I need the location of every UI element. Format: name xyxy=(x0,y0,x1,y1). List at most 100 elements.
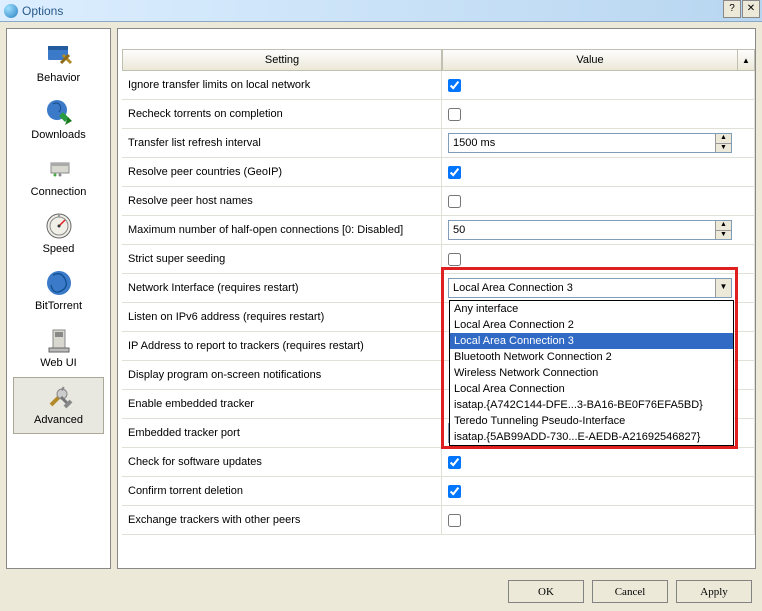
spin-value[interactable]: 1500 ms xyxy=(449,134,715,152)
sidebar-item-downloads[interactable]: Downloads xyxy=(13,92,104,149)
dropdown-option[interactable]: Local Area Connection 3 xyxy=(450,333,733,349)
help-button[interactable]: ? xyxy=(723,0,741,18)
ok-button[interactable]: OK xyxy=(508,580,584,603)
dropdown-option[interactable]: Teredo Tunneling Pseudo-Interface xyxy=(450,413,733,429)
webui-icon xyxy=(43,324,75,356)
setting-row: Transfer list refresh interval 1500 ms▲▼ xyxy=(122,129,755,158)
dropdown-value: Local Area Connection 3 xyxy=(449,279,715,297)
sidebar-item-label: Behavior xyxy=(37,72,80,84)
checkbox[interactable] xyxy=(448,195,461,208)
spin-input[interactable]: 50▲▼ xyxy=(448,220,732,240)
setting-row: Maximum number of half-open connections … xyxy=(122,216,755,245)
category-sidebar: Behavior Downloads Connection Speed BitT… xyxy=(6,28,111,569)
dropdown-option[interactable]: isatap.{5AB99ADD-730...E-AEDB-A216925468… xyxy=(450,429,733,445)
scroll-up[interactable]: ▲ xyxy=(738,49,755,71)
setting-row: Network Interface (requires restart) Loca… xyxy=(122,274,755,303)
chevron-down-icon[interactable]: ▼ xyxy=(715,279,731,297)
setting-value xyxy=(442,158,755,187)
setting-value xyxy=(442,506,755,535)
col-setting[interactable]: Setting xyxy=(122,49,442,71)
sidebar-item-speed[interactable]: Speed xyxy=(13,206,104,263)
sidebar-item-behavior[interactable]: Behavior xyxy=(13,35,104,92)
checkbox[interactable] xyxy=(448,253,461,266)
setting-label: Transfer list refresh interval xyxy=(122,129,442,158)
setting-row: Resolve peer countries (GeoIP) xyxy=(122,158,755,187)
setting-value xyxy=(442,71,755,100)
checkbox[interactable] xyxy=(448,108,461,121)
spin-down-icon[interactable]: ▼ xyxy=(715,144,731,153)
sidebar-item-connection[interactable]: Connection xyxy=(13,149,104,206)
network-interface-dropdown[interactable]: Local Area Connection 3▼ xyxy=(448,278,732,298)
spin-up-icon[interactable]: ▲ xyxy=(715,221,731,231)
sidebar-item-webui[interactable]: Web UI xyxy=(13,320,104,377)
setting-label: Enable embedded tracker xyxy=(122,390,442,419)
setting-label: Exchange trackers with other peers xyxy=(122,506,442,535)
setting-value xyxy=(442,100,755,129)
speed-icon xyxy=(43,210,75,242)
dropdown-option[interactable]: Any interface xyxy=(450,301,733,317)
checkbox[interactable] xyxy=(448,166,461,179)
sidebar-item-label: Connection xyxy=(31,186,87,198)
spin-input[interactable]: 1500 ms▲▼ xyxy=(448,133,732,153)
dropdown-option[interactable]: Local Area Connection xyxy=(450,381,733,397)
cancel-button[interactable]: Cancel xyxy=(592,580,668,603)
sidebar-item-label: Web UI xyxy=(40,357,76,369)
window-title: Options xyxy=(22,4,63,18)
checkbox[interactable] xyxy=(448,514,461,527)
apply-button[interactable]: Apply xyxy=(676,580,752,603)
setting-label: Network Interface (requires restart) xyxy=(122,274,442,303)
dropdown-option[interactable]: Bluetooth Network Connection 2 xyxy=(450,349,733,365)
sidebar-item-bittorrent[interactable]: BitTorrent xyxy=(13,263,104,320)
dropdown-option[interactable]: isatap.{A742C144-DFE...3-BA16-BE0F76EFA5… xyxy=(450,397,733,413)
dialog-buttons: OK Cancel Apply xyxy=(508,580,752,603)
connection-icon xyxy=(43,153,75,185)
app-icon xyxy=(4,4,18,18)
spin-up-icon[interactable]: ▲ xyxy=(715,134,731,144)
dropdown-option[interactable]: Local Area Connection 2 xyxy=(450,317,733,333)
checkbox[interactable] xyxy=(448,485,461,498)
setting-row: Strict super seeding xyxy=(122,245,755,274)
setting-label: Display program on-screen notifications xyxy=(122,361,442,390)
setting-value: 50▲▼ xyxy=(442,216,755,245)
checkbox[interactable] xyxy=(448,79,461,92)
setting-label: Confirm torrent deletion xyxy=(122,477,442,506)
sidebar-item-advanced[interactable]: Advanced xyxy=(13,377,104,434)
spin-down-icon[interactable]: ▼ xyxy=(715,231,731,240)
checkbox[interactable] xyxy=(448,456,461,469)
setting-value xyxy=(442,187,755,216)
setting-row: Confirm torrent deletion xyxy=(122,477,755,506)
network-interface-options[interactable]: Any interfaceLocal Area Connection 2Loca… xyxy=(449,300,734,446)
setting-label: Listen on IPv6 address (requires restart… xyxy=(122,303,442,332)
setting-label: Resolve peer host names xyxy=(122,187,442,216)
settings-panel: Setting Value ▲ Ignore transfer limits o… xyxy=(117,28,756,569)
setting-label: IP Address to report to trackers (requir… xyxy=(122,332,442,361)
setting-row: Resolve peer host names xyxy=(122,187,755,216)
spin-value[interactable]: 50 xyxy=(449,221,715,239)
setting-value: 1500 ms▲▼ xyxy=(442,129,755,158)
sidebar-item-label: BitTorrent xyxy=(35,300,82,312)
bittorrent-icon xyxy=(43,267,75,299)
grid-header: Setting Value ▲ xyxy=(122,49,755,71)
setting-row: Ignore transfer limits on local network xyxy=(122,71,755,100)
advanced-icon xyxy=(43,381,75,413)
downloads-icon xyxy=(43,96,75,128)
close-button[interactable]: ✕ xyxy=(742,0,760,18)
setting-label: Ignore transfer limits on local network xyxy=(122,71,442,100)
setting-row: Check for software updates xyxy=(122,448,755,477)
setting-value xyxy=(442,245,755,274)
setting-value xyxy=(442,448,755,477)
setting-label: Strict super seeding xyxy=(122,245,442,274)
sidebar-item-label: Speed xyxy=(43,243,75,255)
setting-label: Resolve peer countries (GeoIP) xyxy=(122,158,442,187)
dropdown-option[interactable]: Wireless Network Connection xyxy=(450,365,733,381)
sidebar-item-label: Downloads xyxy=(31,129,85,141)
setting-label: Maximum number of half-open connections … xyxy=(122,216,442,245)
setting-row: Exchange trackers with other peers xyxy=(122,506,755,535)
sidebar-item-label: Advanced xyxy=(34,414,83,426)
setting-value xyxy=(442,477,755,506)
behavior-icon xyxy=(43,39,75,71)
setting-value: Local Area Connection 3▼ xyxy=(442,274,755,303)
col-value[interactable]: Value xyxy=(442,49,738,71)
window-titlebar: Options ? ✕ xyxy=(0,0,762,22)
setting-label: Check for software updates xyxy=(122,448,442,477)
